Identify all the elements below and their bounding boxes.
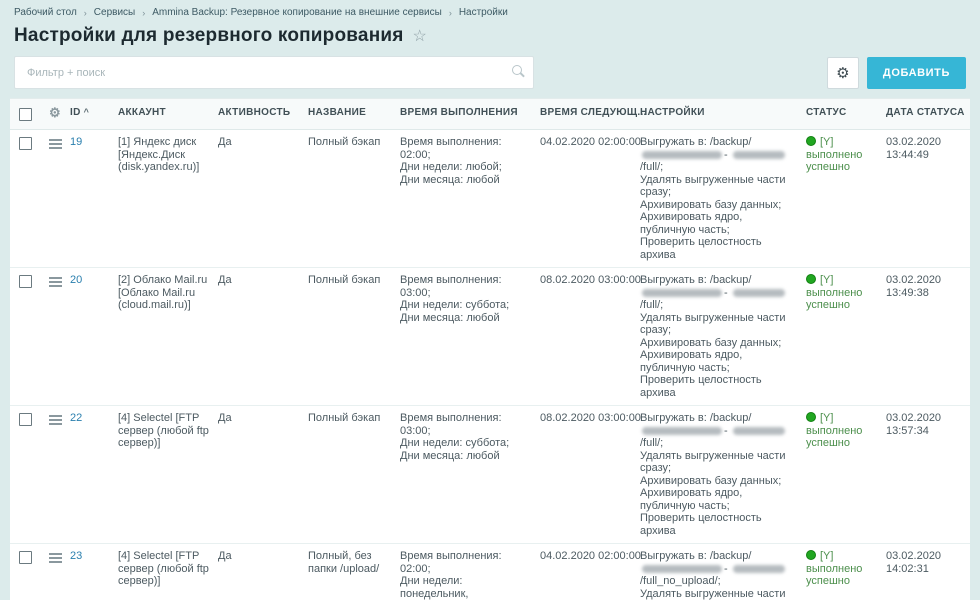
status-dot-icon [806, 550, 816, 560]
row-status: [Y] выполнено успешно [806, 544, 886, 600]
row-status: [Y] выполнено успешно [806, 406, 886, 543]
table-row: 22 [4] Selectel [FTP сервер (любой ftp с… [10, 406, 970, 544]
column-header-settings[interactable]: НАСТРОЙКИ [640, 99, 806, 129]
search-icon[interactable] [512, 65, 522, 75]
status-dot-icon [806, 274, 816, 284]
column-header-next-time[interactable]: ВРЕМЯ СЛЕДУЮЩ... [540, 99, 640, 129]
breadcrumb-separator: › [449, 8, 452, 18]
select-all-checkbox[interactable] [19, 108, 32, 121]
row-exec-schedule: Время выполнения: 03:00; Дни недели: суб… [400, 406, 540, 543]
row-settings: Выгружать в: /backup/- /full/; Удалять в… [640, 406, 806, 543]
row-account: [4] Selectel [FTP сервер (любой ftp серв… [118, 544, 218, 600]
row-next-time: 04.02.2020 02:00:00 [540, 130, 640, 267]
breadcrumb-separator: › [142, 8, 145, 18]
redacted-text [733, 427, 785, 435]
column-header-name[interactable]: НАЗВАНИЕ [308, 99, 400, 129]
row-exec-schedule: Время выполнения: 02:00; Дни недели: люб… [400, 130, 540, 267]
row-next-time: 08.02.2020 03:00:00 [540, 406, 640, 543]
table-row: 20 [2] Облако Mail.ru [Облако Mail.ru (c… [10, 268, 970, 406]
status-dot-icon [806, 412, 816, 422]
row-settings-options: Удалять выгруженные части сразу; Архивир… [640, 450, 798, 538]
row-next-time: 04.02.2020 02:00:00 [540, 544, 640, 600]
row-name: Полный бэкап [308, 130, 400, 267]
row-settings-options: Удалять выгруженные части сразу; Архивир… [640, 174, 798, 262]
settings-gear-button[interactable]: ⚙ [827, 57, 859, 89]
redacted-text [642, 289, 722, 297]
row-checkbox[interactable] [19, 551, 32, 564]
column-header-active[interactable]: АКТИВНОСТЬ [218, 99, 308, 129]
row-name: Полный бэкап [308, 268, 400, 405]
table-settings-gear-icon[interactable]: ⚙ [49, 107, 61, 121]
row-settings: Выгружать в: /backup/- /full/; Удалять в… [640, 268, 806, 405]
gear-icon: ⚙ [836, 64, 849, 82]
row-settings-options: Удалять выгруженные части сразу; Архивир… [640, 312, 798, 400]
status-dot-icon [806, 136, 816, 146]
redacted-text [642, 565, 722, 573]
row-active: Да [218, 406, 308, 543]
row-status: [Y] выполнено успешно [806, 130, 886, 267]
row-exec-schedule: Время выполнения: 02:00; Дни недели: пон… [400, 544, 540, 600]
page-header: Рабочий стол › Сервисы › Ammina Backup: … [0, 0, 980, 89]
breadcrumb: Рабочий стол › Сервисы › Ammina Backup: … [14, 7, 966, 18]
records-table: ⚙ ID^ АККАУНТ АКТИВНОСТЬ НАЗВАНИЕ ВРЕМЯ … [10, 98, 970, 600]
row-checkbox[interactable] [19, 275, 32, 288]
page-title: Настройки для резервного копирования [14, 25, 404, 47]
row-checkbox[interactable] [19, 137, 32, 150]
row-id-link[interactable]: 19 [70, 136, 82, 148]
column-header-exec-time[interactable]: ВРЕМЯ ВЫПОЛНЕНИЯ [400, 99, 540, 129]
row-status-date: 03.02.2020 13:44:49 [886, 130, 970, 267]
row-active: Да [218, 268, 308, 405]
row-account: [4] Selectel [FTP сервер (любой ftp серв… [118, 406, 218, 543]
row-settings-options: Удалять выгруженные части сразу; Архивир… [640, 588, 798, 600]
row-checkbox[interactable] [19, 413, 32, 426]
row-status-date: 03.02.2020 14:02:31 [886, 544, 970, 600]
breadcrumb-item-settings[interactable]: Настройки [459, 7, 508, 18]
row-account: [1] Яндекс диск [Яндекс.Диск (disk.yande… [118, 130, 218, 267]
search-input[interactable] [14, 56, 534, 89]
row-active: Да [218, 544, 308, 600]
table-body: 19 [1] Яндекс диск [Яндекс.Диск (disk.ya… [10, 130, 970, 600]
row-settings: Выгружать в: /backup/- /full_no_upload/;… [640, 544, 806, 600]
breadcrumb-item-services[interactable]: Сервисы [94, 7, 135, 18]
row-active: Да [218, 130, 308, 267]
add-button[interactable]: ДОБАВИТЬ [867, 57, 966, 89]
redacted-text [733, 565, 785, 573]
breadcrumb-item-desktop[interactable]: Рабочий стол [14, 7, 77, 18]
row-next-time: 08.02.2020 03:00:00 [540, 268, 640, 405]
redacted-text [642, 427, 722, 435]
row-name: Полный, без папки /upload/ [308, 544, 400, 600]
row-status-date: 03.02.2020 13:49:38 [886, 268, 970, 405]
row-menu-icon[interactable] [49, 415, 62, 537]
breadcrumb-separator: › [84, 8, 87, 18]
row-menu-icon[interactable] [49, 277, 62, 399]
row-name: Полный бэкап [308, 406, 400, 543]
row-exec-schedule: Время выполнения: 03:00; Дни недели: суб… [400, 268, 540, 405]
table-header-row: ⚙ ID^ АККАУНТ АКТИВНОСТЬ НАЗВАНИЕ ВРЕМЯ … [10, 98, 970, 130]
column-header-status[interactable]: СТАТУС [806, 99, 886, 129]
row-settings: Выгружать в: /backup/- /full/; Удалять в… [640, 130, 806, 267]
row-menu-icon[interactable] [49, 553, 62, 600]
row-menu-icon[interactable] [49, 139, 62, 261]
table-row: 19 [1] Яндекс диск [Яндекс.Диск (disk.ya… [10, 130, 970, 268]
column-header-account[interactable]: АККАУНТ [118, 99, 218, 129]
row-account: [2] Облако Mail.ru [Облако Mail.ru (clou… [118, 268, 218, 405]
row-id-link[interactable]: 23 [70, 550, 82, 562]
row-id-link[interactable]: 22 [70, 412, 82, 424]
favorite-star-icon[interactable]: ☆ [413, 26, 427, 46]
row-status-date: 03.02.2020 13:57:34 [886, 406, 970, 543]
column-header-status-date[interactable]: ДАТА СТАТУСА [886, 99, 970, 129]
column-header-id[interactable]: ID^ [70, 99, 118, 129]
sort-asc-icon: ^ [84, 107, 90, 117]
redacted-text [733, 289, 785, 297]
redacted-text [642, 151, 722, 159]
row-id-link[interactable]: 20 [70, 274, 82, 286]
breadcrumb-item-ammina-backup[interactable]: Ammina Backup: Резервное копирование на … [152, 7, 442, 18]
table-row: 23 [4] Selectel [FTP сервер (любой ftp с… [10, 544, 970, 600]
redacted-text [733, 151, 785, 159]
row-status: [Y] выполнено успешно [806, 268, 886, 405]
